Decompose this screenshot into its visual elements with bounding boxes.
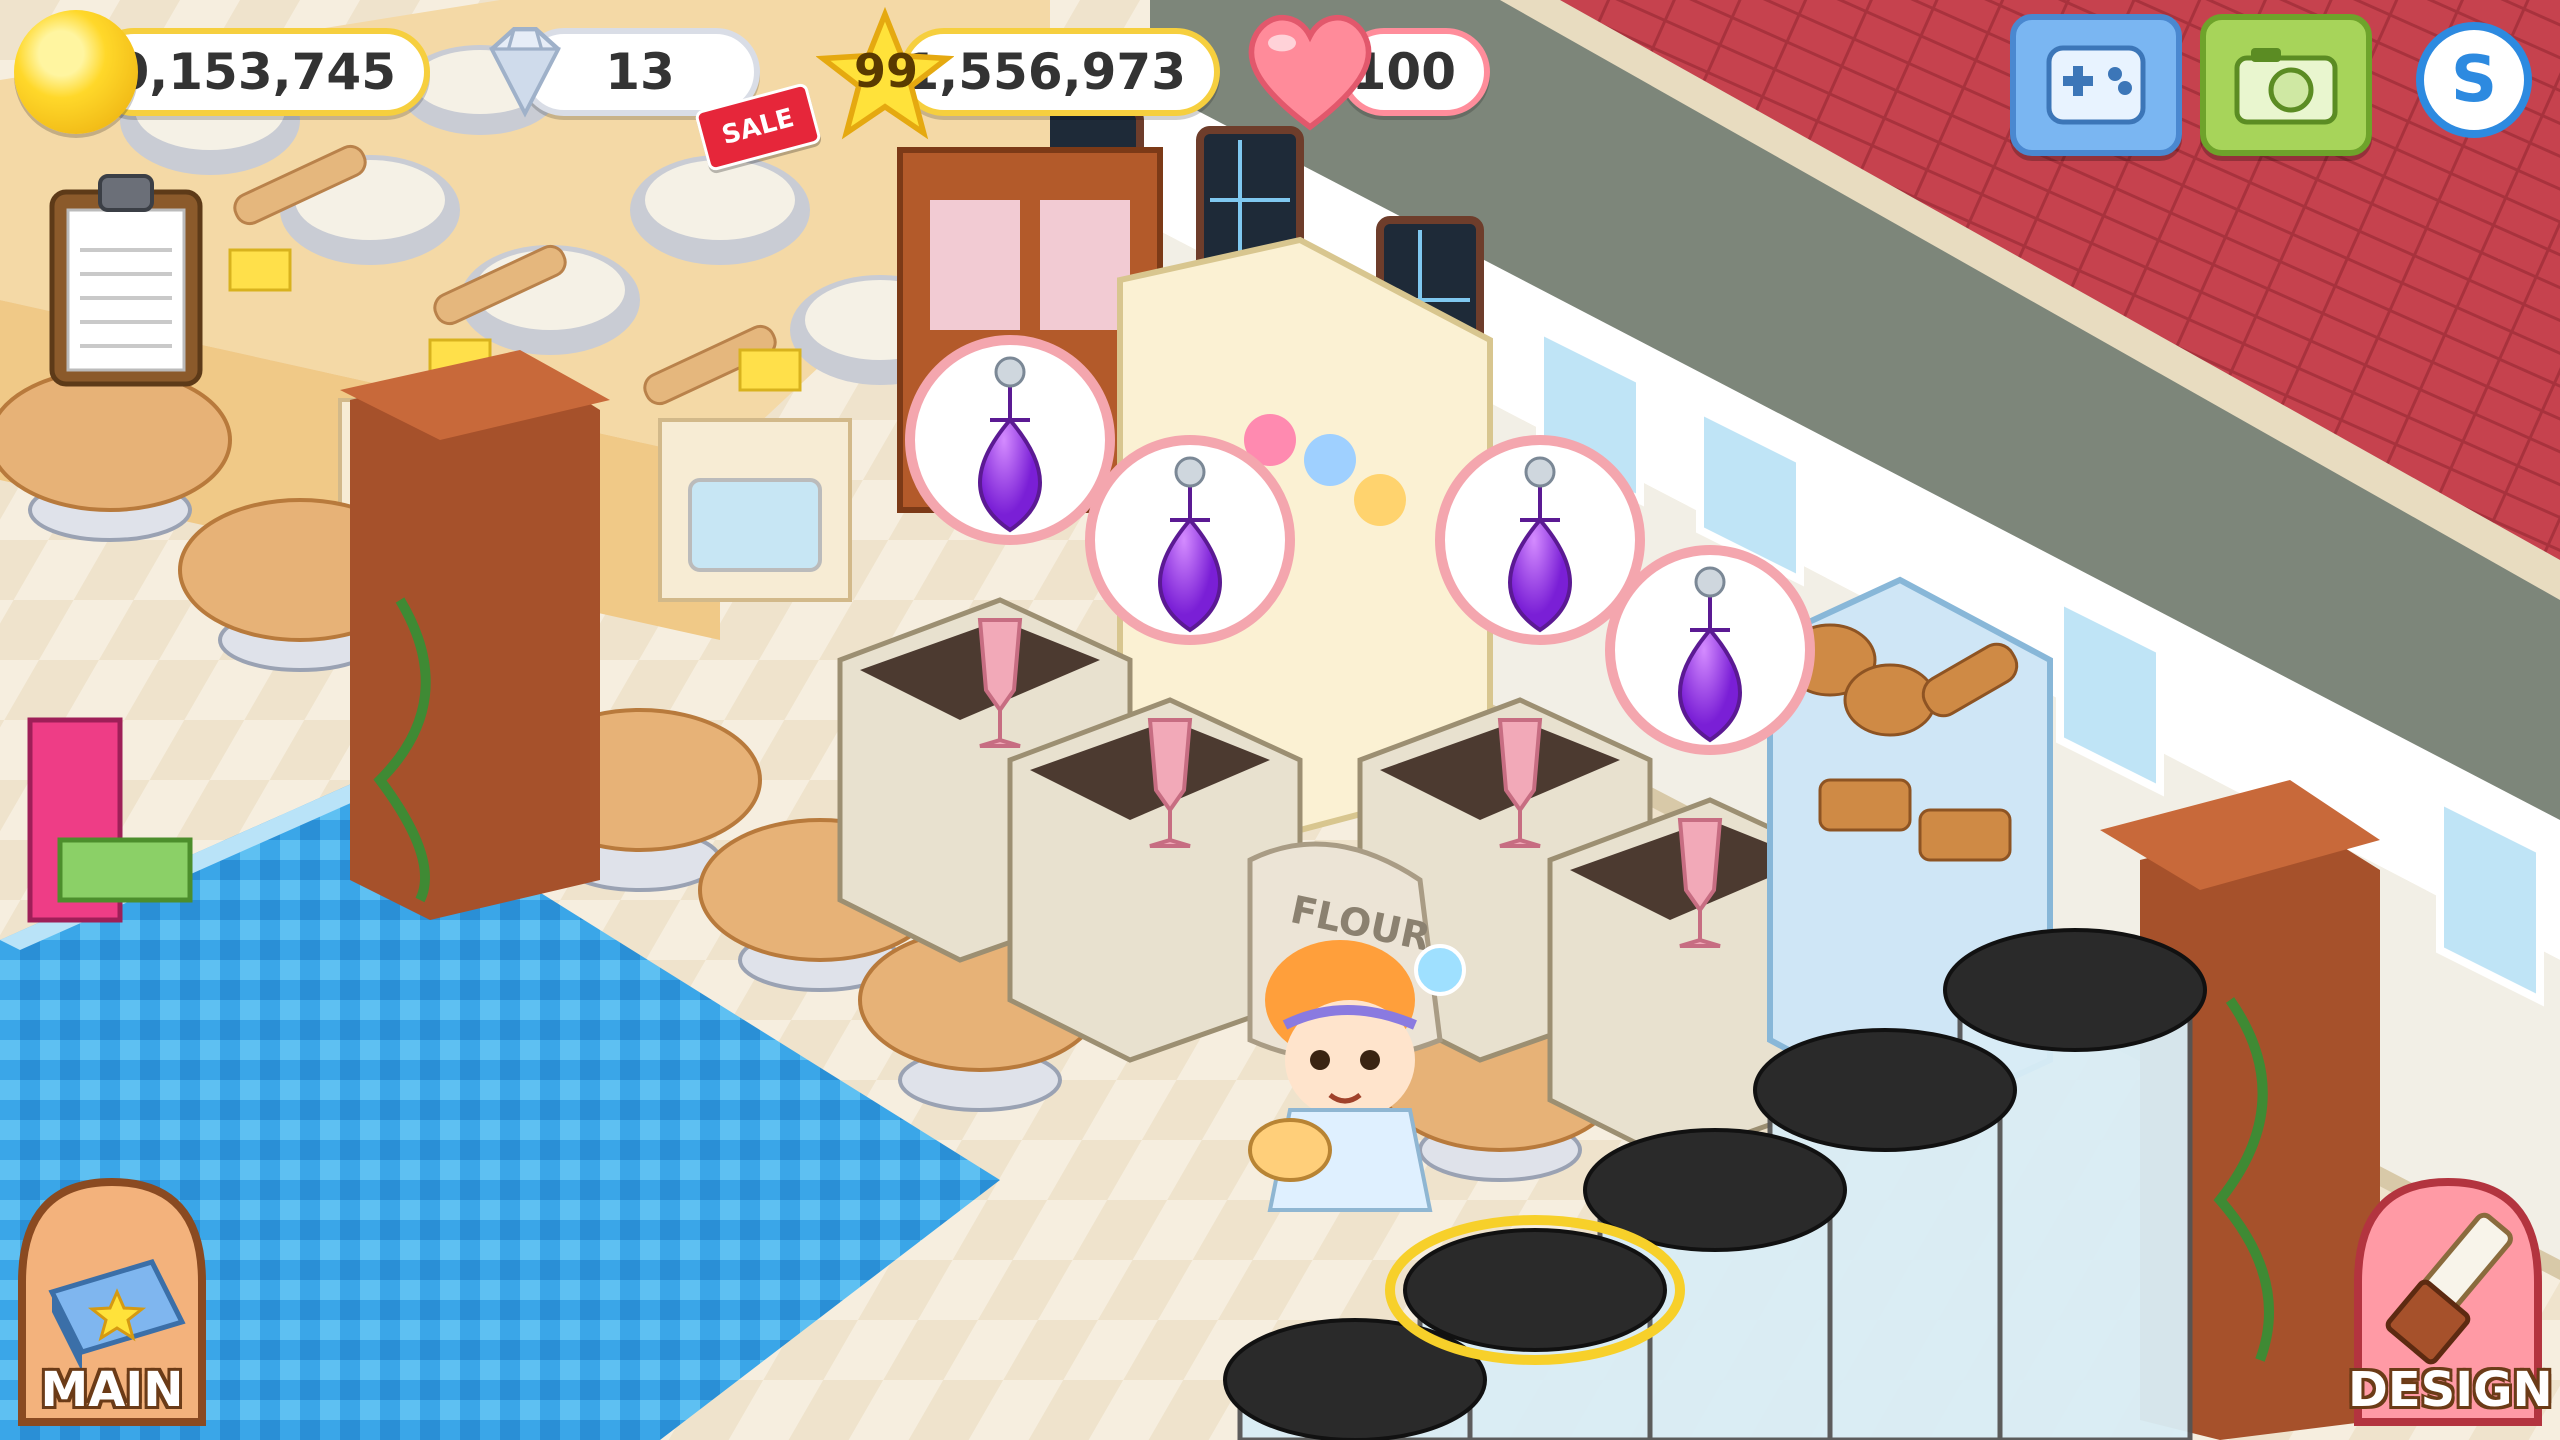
level-number: 99 — [853, 44, 918, 98]
phone-button[interactable] — [2010, 14, 2182, 156]
social-s-icon: S — [2450, 43, 2498, 117]
heart-icon — [1248, 14, 1372, 131]
clipboard-button[interactable] — [46, 170, 206, 390]
coin-icon — [14, 10, 138, 134]
design-label: DESIGN — [2348, 1362, 2553, 1418]
main-button[interactable]: MAIN — [12, 1172, 212, 1432]
design-button[interactable]: DESIGN — [2348, 1172, 2553, 1432]
diamond-icon — [489, 27, 561, 118]
camera-button[interactable] — [2200, 14, 2372, 156]
bakery-scene: FLOUR — [0, 0, 2560, 1440]
coin-counter[interactable]: 40,153,745 — [80, 28, 430, 116]
gem-count: 13 — [605, 43, 675, 101]
potion-bubble-4[interactable] — [1610, 550, 1810, 750]
potion-bubble-1[interactable] — [910, 340, 1110, 540]
game-controller-phone-icon — [2046, 45, 2146, 125]
social-button[interactable]: S — [2416, 22, 2532, 138]
potion-bubble-3[interactable] — [1440, 440, 1640, 640]
sale-label: SALE — [718, 103, 798, 151]
potion-bubble-2[interactable] — [1090, 440, 1290, 640]
main-label: MAIN — [40, 1362, 184, 1418]
camera-icon — [2234, 48, 2338, 125]
